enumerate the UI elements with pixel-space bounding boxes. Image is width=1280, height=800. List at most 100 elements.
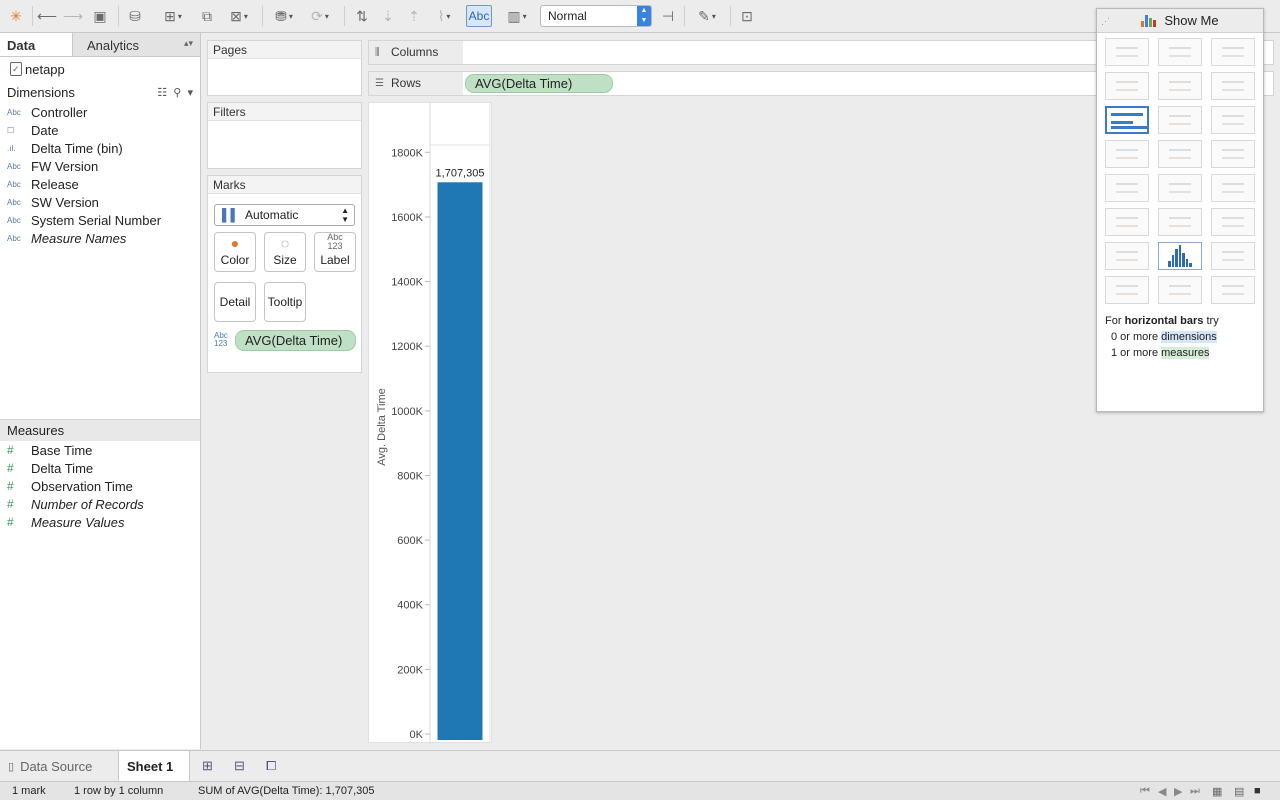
dimension-field[interactable]: ☐ Date	[0, 121, 200, 139]
show-me-lines-discrete-icon[interactable]	[1158, 174, 1202, 202]
presentation-mode-icon[interactable]: ⊡	[736, 5, 758, 27]
dimensions-menu-icon[interactable]: ▾	[187, 87, 193, 99]
sheet-sorter-icon[interactable]: ▦	[1212, 785, 1222, 798]
tableau-logo-icon[interactable]: ✳	[6, 5, 26, 27]
dimension-field[interactable]: Abc FW Version	[0, 157, 200, 175]
show-me-circle-view-icon[interactable]	[1158, 140, 1202, 168]
y-tick-label: 1600K	[391, 212, 423, 224]
label-encoding-icon: Abc 123	[214, 331, 228, 348]
show-me-area-discrete-icon[interactable]	[1158, 208, 1202, 236]
measures-list: # Base Time # Delta Time # Observation Time # N…	[0, 441, 200, 531]
datasource-tab-icon: ▯	[8, 760, 15, 773]
show-me-pie-chart-icon[interactable]	[1211, 72, 1255, 100]
prev-page-icon[interactable]: ◀	[1158, 785, 1166, 798]
dimension-field[interactable]: Abc Release	[0, 175, 200, 193]
measure-field[interactable]: # Measure Values	[0, 513, 200, 531]
status-sum: SUM of AVG(Delta Time): 1,707,305	[198, 785, 375, 797]
dimension-field[interactable]: Abc Controller	[0, 103, 200, 121]
new-worksheet-icon[interactable]: ⊞ ▾	[156, 5, 190, 27]
datasource-item[interactable]: netapp	[0, 57, 200, 81]
show-me-stacked-bars-icon[interactable]	[1158, 106, 1202, 134]
y-tick-label: 0K	[410, 729, 424, 741]
show-me-heat-map-icon[interactable]	[1158, 38, 1202, 66]
dimension-field[interactable]: Abc SW Version	[0, 193, 200, 211]
clear-sheet-icon[interactable]: ⊠ ▾	[222, 5, 256, 27]
label-icon: Abc 123	[327, 232, 343, 251]
dimension-field[interactable]: .ıl. Delta Time (bin)	[0, 139, 200, 157]
show-me-side-by-side-bars-icon[interactable]	[1211, 106, 1255, 134]
measure-field[interactable]: # Observation Time	[0, 477, 200, 495]
group-members-icon[interactable]: ⌇ ▾	[428, 5, 460, 27]
show-me-dual-combination-icon[interactable]	[1211, 208, 1255, 236]
show-me-filled-map-icon[interactable]	[1158, 72, 1202, 100]
pause-updates-icon[interactable]: ⛃ ▾	[268, 5, 300, 27]
show-me-treemap-icon[interactable]	[1105, 140, 1149, 168]
duplicate-sheet-icon[interactable]: ⧉	[196, 5, 218, 27]
size-button[interactable]: ◌ Size	[264, 232, 306, 272]
show-me-hint: For horizontal bars try 0 or more dimens…	[1105, 315, 1219, 359]
fit-select[interactable]: Normal ▲ ▼	[540, 5, 652, 27]
show-me-area-continuous-icon[interactable]	[1105, 208, 1149, 236]
show-me-box-and-whisker-icon[interactable]	[1211, 242, 1255, 270]
show-me-lines-continuous-icon[interactable]	[1105, 174, 1149, 202]
swap-rows-columns-icon[interactable]: ⇅	[352, 5, 372, 27]
fix-axes-icon[interactable]: ⊣	[658, 5, 678, 27]
tab-sheet-1[interactable]: Sheet 1	[118, 751, 190, 781]
next-page-icon[interactable]: ▶	[1174, 785, 1182, 798]
grip-icon[interactable]: ⋰	[1101, 16, 1110, 27]
show-me-header[interactable]: ⋰ Show Me	[1097, 9, 1263, 33]
show-me-text-table-icon[interactable]	[1105, 38, 1149, 66]
rows-pill[interactable]: AVG(Delta Time)	[465, 74, 613, 93]
show-me-side-by-side-circles-icon[interactable]	[1211, 140, 1255, 168]
y-tick-label: 1800K	[391, 147, 423, 159]
refresh-icon[interactable]: ⟳ ▾	[304, 5, 336, 27]
show-me-horizontal-bars-icon[interactable]	[1105, 106, 1149, 134]
show-me-histogram-icon[interactable]	[1158, 242, 1202, 270]
label-button[interactable]: Abc 123 Label	[314, 232, 356, 272]
marks-pill[interactable]: AVG(Delta Time)	[235, 330, 356, 351]
show-me-gantt-icon[interactable]	[1105, 276, 1149, 304]
sort-ascending-icon[interactable]: ⇣	[378, 5, 398, 27]
view-list-icon[interactable]: ☷	[157, 87, 167, 99]
mark-type-select[interactable]: ▌▌ Automatic ▲ ▼	[214, 204, 355, 226]
tab-analytics[interactable]: Analytics ▴▾	[73, 33, 200, 56]
tab-data-source[interactable]: ▯ Data Source	[0, 751, 100, 781]
show-me-scatter-plot-icon[interactable]	[1105, 242, 1149, 270]
bar-chart: 0K 200K 400K 600K 800K 1000K 1200K 1400K 1600K 18…	[376, 103, 491, 744]
string-type-icon: Abc	[7, 161, 21, 171]
measure-field[interactable]: # Delta Time	[0, 459, 200, 477]
undo-icon[interactable]: ⟵	[37, 5, 57, 27]
sort-descending-icon[interactable]: ⇡	[404, 5, 424, 27]
show-me-highlight-table-icon[interactable]	[1211, 38, 1255, 66]
save-icon[interactable]: ▣	[90, 5, 110, 27]
show-me-dual-lines-icon[interactable]	[1211, 174, 1255, 202]
redo-icon[interactable]: ⟶	[63, 5, 83, 27]
string-type-icon: Abc	[7, 215, 21, 225]
new-worksheet-tab-icon[interactable]: ⊞	[194, 751, 221, 781]
measure-field[interactable]: # Number of Records	[0, 495, 200, 513]
detail-button[interactable]: Detail	[214, 282, 256, 322]
color-button[interactable]: ● Color	[214, 232, 256, 272]
tabs-view-icon[interactable]: ■	[1254, 785, 1261, 797]
first-page-icon[interactable]: ⏮	[1140, 785, 1150, 798]
search-icon[interactable]: ⚲	[173, 87, 181, 99]
show-me-packed-bubbles-icon[interactable]	[1211, 276, 1255, 304]
show-me-symbol-map-icon[interactable]	[1105, 72, 1149, 100]
new-story-tab-icon[interactable]: ⧠	[258, 751, 284, 781]
new-dashboard-tab-icon[interactable]: ⊟	[226, 751, 253, 781]
pages-card[interactable]: Pages	[207, 40, 362, 96]
show-mark-labels-button[interactable]: Abc	[466, 5, 492, 27]
filters-card[interactable]: Filters	[207, 102, 362, 169]
last-page-icon[interactable]: ⏭	[1190, 785, 1200, 798]
number-type-icon: #	[7, 497, 14, 511]
dimension-field[interactable]: Abc Measure Names	[0, 229, 200, 247]
measure-field[interactable]: # Base Time	[0, 441, 200, 459]
dimension-field[interactable]: Abc System Serial Number	[0, 211, 200, 229]
tab-data[interactable]: Data	[0, 33, 73, 56]
filmstrip-icon[interactable]: ▤	[1234, 785, 1244, 798]
show-me-bullet-graph-icon[interactable]	[1158, 276, 1202, 304]
tooltip-button[interactable]: Tooltip	[264, 282, 306, 322]
new-datasource-icon[interactable]: ⛁	[124, 5, 146, 27]
view-cards-icon[interactable]: ▥ ▾	[500, 5, 534, 27]
highlight-icon[interactable]: ✎ ▾	[690, 5, 724, 27]
